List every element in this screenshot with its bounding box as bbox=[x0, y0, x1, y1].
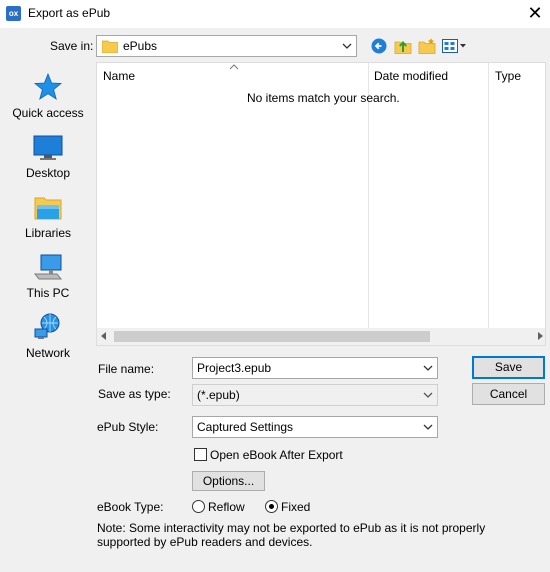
up-folder-icon[interactable] bbox=[394, 37, 412, 55]
file-name-value: Project3.epub bbox=[197, 361, 272, 375]
computer-icon bbox=[33, 254, 63, 280]
place-this-pc[interactable]: This PC bbox=[4, 252, 92, 300]
chevron-down-icon bbox=[341, 40, 353, 52]
back-icon[interactable] bbox=[371, 38, 387, 54]
chevron-down-icon bbox=[422, 389, 434, 401]
save-as-type-label: Save as type: bbox=[98, 387, 171, 401]
save-in-dropdown[interactable]: ePubs bbox=[96, 35, 357, 57]
save-in-value: ePubs bbox=[123, 39, 158, 53]
place-quick-access[interactable]: Quick access bbox=[4, 72, 92, 120]
desktop-icon bbox=[33, 135, 63, 160]
place-label: Network bbox=[25, 346, 70, 360]
place-network[interactable]: Network bbox=[4, 312, 92, 360]
ebook-type-label: eBook Type: bbox=[97, 500, 164, 514]
reflow-label[interactable]: Reflow bbox=[208, 500, 245, 514]
libraries-icon bbox=[34, 197, 62, 220]
fixed-radio[interactable] bbox=[265, 500, 278, 513]
file-list[interactable]: Name Date modified Type No items match y… bbox=[96, 62, 546, 346]
view-menu-icon[interactable] bbox=[442, 38, 468, 54]
horizontal-scrollbar[interactable] bbox=[97, 328, 545, 345]
fixed-label[interactable]: Fixed bbox=[281, 500, 310, 514]
chevron-down-icon bbox=[422, 421, 434, 433]
place-label: This PC bbox=[26, 286, 70, 300]
open-ebook-checkbox[interactable] bbox=[194, 448, 207, 461]
star-icon bbox=[33, 72, 63, 100]
save-button[interactable]: Save bbox=[472, 356, 545, 379]
window-title: Export as ePub bbox=[28, 6, 111, 20]
close-button[interactable]: ✕ bbox=[522, 1, 548, 25]
network-icon bbox=[34, 313, 60, 339]
folder-icon bbox=[102, 40, 118, 53]
app-icon: ox bbox=[6, 6, 21, 21]
options-button[interactable]: Options... bbox=[192, 471, 265, 491]
save-as-type-value: (*.epub) bbox=[197, 388, 240, 402]
file-name-input[interactable]: Project3.epub bbox=[192, 357, 438, 379]
epub-style-label: ePub Style: bbox=[97, 420, 159, 434]
places-bar: Quick access Desktop Libraries This PC N… bbox=[4, 62, 92, 402]
open-ebook-label[interactable]: Open eBook After Export bbox=[210, 448, 343, 462]
scrollbar-thumb[interactable] bbox=[114, 331, 430, 342]
column-header-type[interactable]: Type bbox=[495, 63, 521, 89]
save-in-label: Save in: bbox=[50, 39, 94, 53]
place-label: Libraries bbox=[24, 226, 72, 240]
cancel-button[interactable]: Cancel bbox=[472, 383, 545, 405]
empty-message: No items match your search. bbox=[247, 91, 400, 105]
scroll-left-icon[interactable] bbox=[101, 332, 106, 340]
sort-ascending-icon bbox=[229, 64, 239, 70]
compatibility-note: Note: Some interactivity may not be expo… bbox=[97, 521, 486, 549]
place-libraries[interactable]: Libraries bbox=[4, 192, 92, 240]
place-label: Quick access bbox=[12, 106, 84, 120]
epub-style-dropdown[interactable]: Captured Settings bbox=[192, 416, 438, 438]
column-separator[interactable] bbox=[488, 63, 489, 331]
column-header-date-modified[interactable]: Date modified bbox=[374, 63, 448, 89]
place-desktop[interactable]: Desktop bbox=[4, 132, 92, 180]
reflow-radio[interactable] bbox=[192, 500, 205, 513]
chevron-down-icon[interactable] bbox=[422, 362, 434, 374]
column-header-name[interactable]: Name bbox=[103, 63, 135, 89]
place-label: Desktop bbox=[25, 166, 71, 180]
epub-style-value: Captured Settings bbox=[197, 420, 294, 434]
scroll-right-icon[interactable] bbox=[538, 332, 543, 340]
save-as-type-dropdown[interactable]: (*.epub) bbox=[192, 384, 438, 406]
new-folder-icon[interactable] bbox=[418, 37, 436, 55]
file-name-label: File name: bbox=[98, 362, 155, 376]
